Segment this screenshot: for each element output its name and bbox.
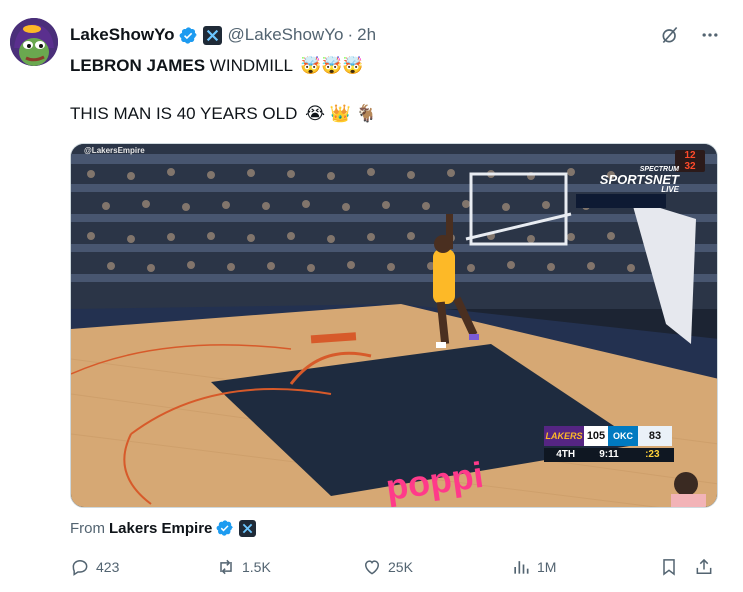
x-affiliate-icon[interactable] (202, 25, 222, 45)
action-bar: 423 1.5K 25K 1M (70, 556, 720, 578)
from-source-link[interactable]: Lakers Empire (109, 520, 212, 537)
tweet-text: LEBRON JAMES WINDMILL 🤯🤯🤯 THIS MAN IS 40… (70, 54, 710, 126)
views-count: 1M (537, 559, 557, 575)
more-options-icon[interactable] (699, 24, 721, 46)
reply-icon (70, 557, 90, 577)
video-media[interactable]: poppi @LakersEmpire 12 32 SPECTRUM SPORT… (70, 143, 718, 508)
broadcaster-logo: SPECTRUM SPORTSNET LIVE (600, 166, 679, 194)
arena-shot-clock: 12 32 (675, 150, 705, 172)
exploding-head-emojis: 🤯🤯🤯 (300, 56, 364, 75)
from-attribution: From Lakers Empire (70, 518, 257, 538)
from-label: From (70, 519, 105, 537)
tweet-line-1: LEBRON JAMES WINDMILL 🤯🤯🤯 (70, 54, 710, 78)
team2-name: OKC (608, 426, 638, 446)
repost-count: 1.5K (242, 559, 271, 575)
verified-badge-icon (216, 519, 234, 537)
timestamp[interactable]: 2h (357, 25, 376, 45)
share-icon (694, 557, 714, 577)
separator-dot: · (347, 25, 354, 44)
tweet-text-rest: WINDMILL (205, 56, 293, 75)
tweet-card[interactable]: LakeShowYo @LakeShowYo · 2h LEBRON JAMES… (0, 0, 743, 592)
like-button[interactable]: 25K (362, 556, 413, 578)
tweet-bold-text: LEBRON JAMES (70, 56, 206, 75)
grok-icon[interactable] (659, 24, 681, 46)
repost-icon (216, 557, 236, 577)
shot-clock: :23 (645, 449, 660, 460)
display-name[interactable]: LakeShowYo (70, 25, 175, 45)
reply-button[interactable]: 423 (70, 556, 119, 578)
arena-shot-clock-bottom: 32 (684, 161, 696, 172)
bookmark-icon (659, 557, 679, 577)
repost-button[interactable]: 1.5K (216, 556, 271, 578)
team1-name: LAKERS (544, 426, 584, 446)
tweet-line-2: THIS MAN IS 40 YEARS OLD 😭 👑 🐐 (70, 102, 710, 126)
views-button[interactable]: 1M (511, 556, 556, 578)
tweet-header: LakeShowYo @LakeShowYo · 2h (70, 24, 376, 46)
quarter: 4TH (556, 449, 576, 460)
arena-shot-clock-top: 12 (684, 150, 696, 161)
team1-score: 105 (584, 426, 608, 446)
media-watermark: @LakersEmpire (84, 146, 145, 155)
pepe-lakers-avatar-icon (10, 18, 58, 66)
top-actions (659, 24, 721, 46)
x-affiliate-icon (239, 519, 257, 537)
reply-count: 423 (96, 559, 120, 575)
crying-crown-goat-emojis: 😭 👑 🐐 (305, 104, 377, 123)
scoreboard-status: 4TH 9:11 :23 (544, 448, 674, 462)
bookmark-button[interactable] (659, 556, 679, 578)
heart-icon (362, 557, 382, 577)
tweet-line-2-text: THIS MAN IS 40 YEARS OLD (70, 104, 298, 123)
verified-badge-icon[interactable] (179, 26, 198, 45)
broadcaster-line-3: LIVE (661, 185, 679, 194)
avatar[interactable] (10, 18, 58, 66)
scoreboard: LAKERS 105 OKC 83 4TH 9:11 :23 (544, 426, 674, 464)
like-count: 25K (388, 559, 413, 575)
handle[interactable]: @LakeShowYo (228, 25, 344, 45)
game-clock: 9:11 (599, 449, 619, 460)
views-chart-icon (511, 557, 531, 577)
share-button[interactable] (694, 556, 714, 578)
team2-score: 83 (638, 426, 672, 446)
scoreboard-teams: LAKERS 105 OKC 83 (544, 426, 674, 446)
